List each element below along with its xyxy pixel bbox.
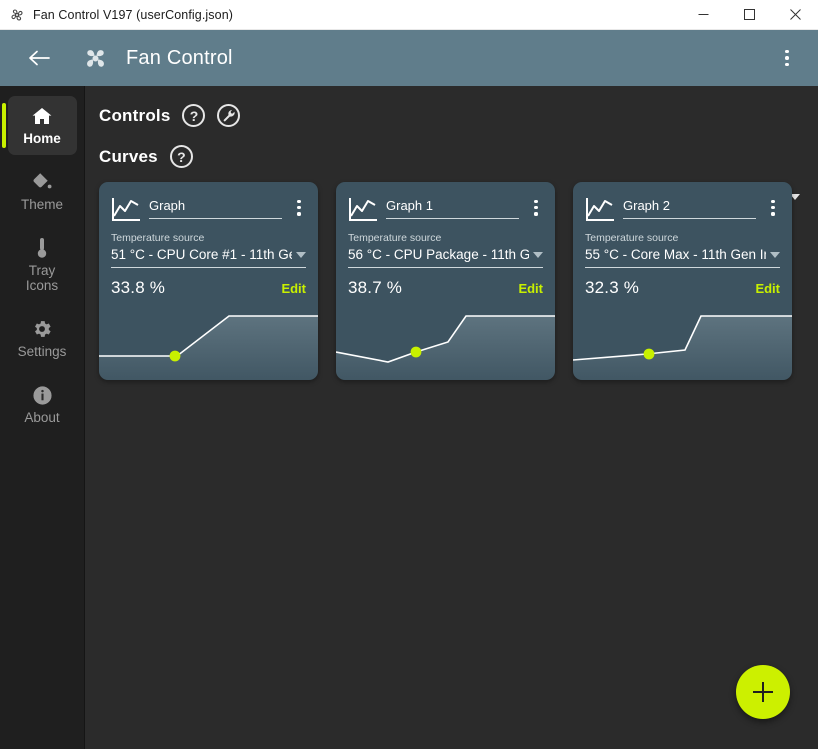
card-header: Graph — [99, 182, 318, 222]
temperature-source-label: Temperature source — [585, 232, 679, 244]
curve-marker — [410, 346, 422, 358]
window-title: Fan Control V197 (userConfig.json) — [33, 7, 234, 22]
paint-bucket-icon — [31, 170, 53, 194]
curve-name-input[interactable]: Graph 2 — [623, 198, 756, 219]
sidebar-item-label: Tray Icons — [25, 263, 59, 293]
more-vertical-icon[interactable] — [290, 196, 308, 216]
home-icon — [31, 104, 53, 128]
arrow-left-icon[interactable] — [22, 41, 56, 75]
curve-graph[interactable] — [99, 294, 318, 380]
menu-dot — [534, 200, 538, 204]
line-chart-icon — [111, 196, 141, 222]
line-chart-icon — [585, 196, 615, 222]
sidebar-item-home[interactable]: Home — [1, 96, 77, 155]
curve-name-value: Graph 1 — [386, 198, 433, 213]
body-region: Home Theme Tray Icons Settings About Con… — [0, 86, 818, 749]
menu-dot — [534, 206, 538, 210]
main-content: Controls ? Curves ? Graph Temperature so… — [85, 86, 818, 749]
fan-icon — [9, 7, 25, 23]
temperature-source-value: 56 °C - CPU Package - 11th Gen Ir — [348, 247, 529, 262]
maximize-button[interactable] — [726, 0, 772, 30]
menu-dot — [785, 62, 789, 67]
sidebar-item-tray-icons[interactable]: Tray Icons — [8, 228, 77, 302]
close-button[interactable] — [772, 0, 818, 30]
menu-dot — [771, 200, 775, 204]
menu-dot — [785, 49, 789, 54]
minimize-button[interactable] — [680, 0, 726, 30]
help-circle-icon[interactable]: ? — [169, 145, 193, 168]
card-header: Graph 1 — [336, 182, 555, 222]
more-vertical-icon[interactable] — [764, 196, 782, 216]
temperature-source-value: 51 °C - CPU Core #1 - 11th Gen In — [111, 247, 292, 262]
add-curve-button[interactable] — [736, 665, 790, 719]
temperature-source-label: Temperature source — [111, 232, 205, 244]
line-chart-icon — [348, 196, 378, 222]
curve-card-list: Graph Temperature source 51 °C - CPU Cor… — [99, 182, 804, 380]
wrench-icon[interactable] — [217, 104, 241, 127]
application-window: Fan Control V197 (userConfig.json) Fan C… — [0, 0, 818, 749]
curve-card[interactable]: Graph 1 Temperature source 56 °C - CPU P… — [336, 182, 555, 380]
curve-graph[interactable] — [573, 294, 792, 380]
sidebar-item-label: Settings — [17, 344, 67, 359]
card-header: Graph 2 — [573, 182, 792, 222]
curve-marker — [643, 348, 655, 360]
sidebar-item-theme[interactable]: Theme — [8, 162, 77, 221]
app-bar: Fan Control — [0, 30, 818, 86]
temperature-source-select[interactable]: 56 °C - CPU Package - 11th Gen Ir — [348, 246, 543, 268]
temperature-source-select[interactable]: 55 °C - Core Max - 11th Gen Intel ( — [585, 246, 780, 268]
fan-icon — [78, 41, 112, 75]
more-vertical-icon[interactable] — [770, 41, 804, 75]
gear-icon — [31, 317, 53, 341]
menu-dot — [297, 200, 301, 204]
window-title-bar: Fan Control V197 (userConfig.json) — [0, 0, 818, 30]
more-vertical-icon[interactable] — [527, 196, 545, 216]
curve-card[interactable]: Graph Temperature source 51 °C - CPU Cor… — [99, 182, 318, 380]
temperature-source-value: 55 °C - Core Max - 11th Gen Intel ( — [585, 247, 766, 262]
temperature-source-block: Temperature source 56 °C - CPU Package -… — [336, 222, 555, 268]
temperature-source-block: Temperature source 51 °C - CPU Core #1 -… — [99, 222, 318, 268]
controls-section-header: Controls ? — [99, 104, 804, 127]
menu-dot — [771, 206, 775, 210]
chevron-down-icon[interactable] — [296, 252, 306, 258]
section-title-controls: Controls — [99, 105, 171, 125]
curve-name-value: Graph 2 — [623, 198, 670, 213]
curve-name-value: Graph — [149, 198, 186, 213]
sidebar-item-label: Home — [23, 131, 61, 146]
sidebar-item-label: Theme — [20, 197, 64, 212]
menu-dot — [297, 212, 301, 216]
curve-name-input[interactable]: Graph — [149, 198, 282, 219]
thermometer-icon — [35, 236, 49, 260]
info-icon — [32, 383, 53, 407]
window-controls — [680, 0, 818, 30]
section-title-curves: Curves — [99, 146, 158, 166]
menu-dot — [771, 212, 775, 216]
curve-name-input[interactable]: Graph 1 — [386, 198, 519, 219]
curve-marker — [169, 350, 181, 362]
chevron-down-icon[interactable] — [533, 252, 543, 258]
menu-dot — [534, 212, 538, 216]
menu-dot — [785, 56, 789, 60]
curve-card[interactable]: Graph 2 Temperature source 55 °C - Core … — [573, 182, 792, 380]
temperature-source-select[interactable]: 51 °C - CPU Core #1 - 11th Gen In — [111, 246, 306, 268]
sidebar-item-label: About — [24, 410, 60, 425]
help-circle-icon[interactable]: ? — [182, 104, 206, 127]
app-title: Fan Control — [126, 46, 233, 69]
plus-icon — [753, 682, 773, 702]
sidebar: Home Theme Tray Icons Settings About — [0, 86, 85, 749]
temperature-source-label: Temperature source — [348, 232, 442, 244]
chevron-down-icon[interactable] — [770, 252, 780, 258]
curve-graph[interactable] — [336, 294, 555, 380]
sidebar-item-about[interactable]: About — [8, 375, 77, 434]
sidebar-item-settings[interactable]: Settings — [8, 309, 77, 368]
curves-section-header: Curves ? — [99, 145, 804, 168]
menu-dot — [297, 206, 301, 210]
temperature-source-block: Temperature source 55 °C - Core Max - 11… — [573, 222, 792, 268]
